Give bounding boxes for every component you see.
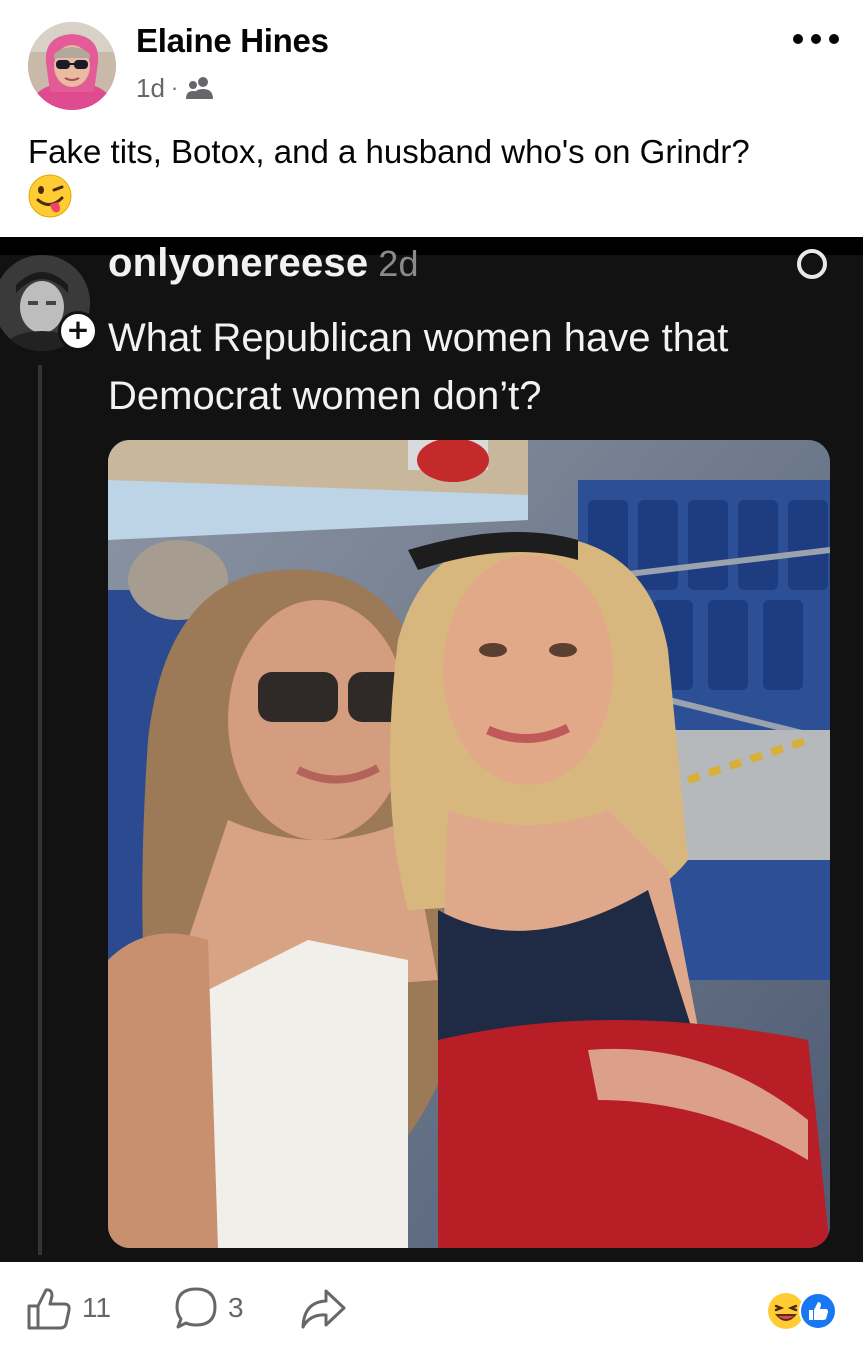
thread-line [38,365,42,1255]
post-meta: 1d · [136,72,214,104]
post-header: Elaine Hines 1d · [0,0,863,120]
author-name[interactable]: Elaine Hines [136,22,329,60]
like-button[interactable]: 11 [26,1286,111,1330]
thread-photo [108,440,830,1248]
comment-button[interactable]: 3 [174,1286,244,1330]
winking-tongue-emoji-icon [28,174,72,218]
thumbs-up-icon [799,1292,837,1330]
likes-count: 11 [82,1292,112,1323]
laughing-face-icon [768,1293,804,1329]
reactions-summary[interactable] [767,1292,837,1330]
author-avatar[interactable] [28,22,116,110]
thread-time: 2d [378,243,419,284]
friends-icon[interactable] [186,76,214,100]
more-options-button[interactable] [793,28,839,50]
comments-count: 3 [228,1292,244,1323]
dot-icon [793,34,803,44]
avatar-image [28,22,116,110]
threads-logo-icon [797,249,827,279]
thread-text: What Republican women have that Democrat… [108,316,729,418]
post-action-bar: 11 3 [0,1262,863,1350]
share-arrow-icon [301,1289,346,1329]
share-button[interactable] [300,1288,346,1330]
thread-username-row: onlyonereese 2d [108,241,419,286]
thread-username: onlyonereese [108,241,369,285]
post-caption: Fake tits, Botox, and a husband who's on… [28,133,750,170]
dot-icon [829,34,839,44]
shared-screenshot[interactable]: + onlyonereese 2d What Republican women h… [0,237,863,1262]
meta-separator: · [170,75,179,100]
comment-bubble-icon [175,1287,217,1329]
dot-icon [811,34,821,44]
post-time[interactable]: 1d [136,73,165,104]
follow-plus-icon: + [58,311,98,351]
thumbs-up-outline-icon [27,1288,71,1330]
